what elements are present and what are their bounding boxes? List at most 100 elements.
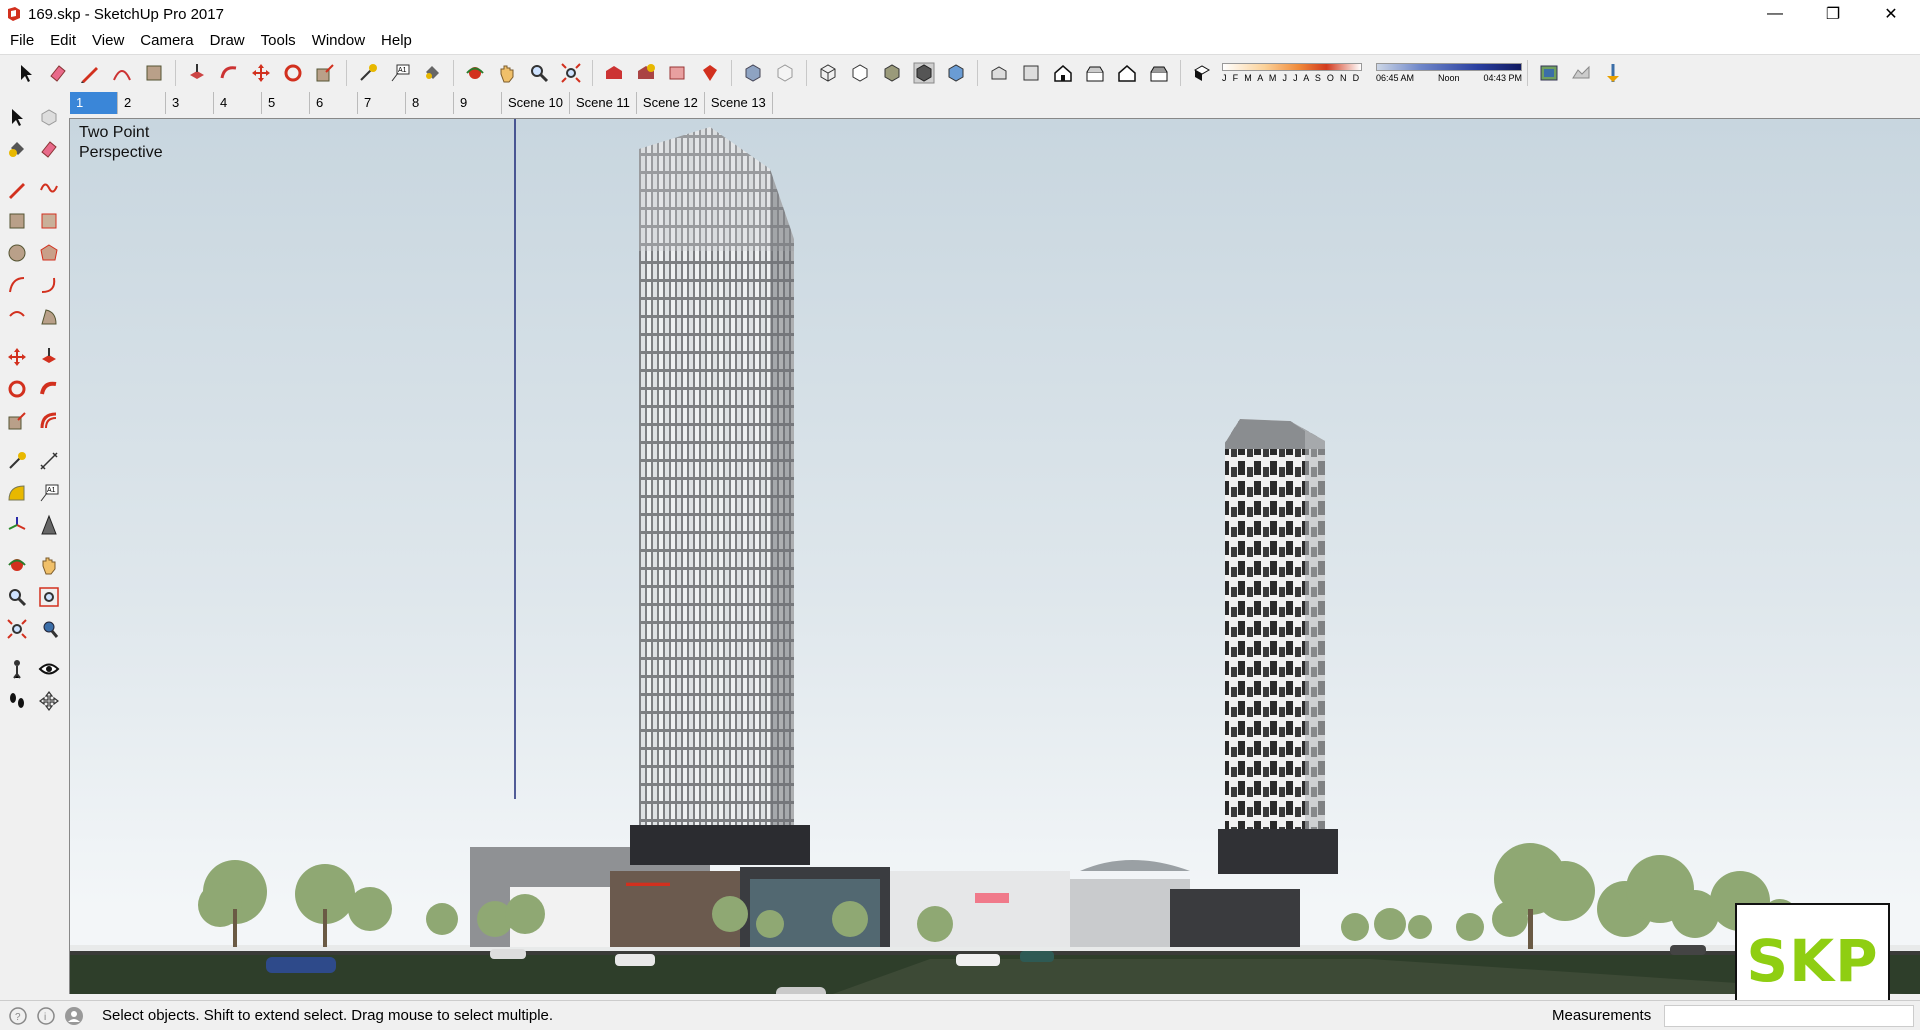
geolocation-icon[interactable]: ? <box>8 1006 28 1026</box>
scene-tab-12[interactable]: Scene 12 <box>637 92 705 114</box>
measurements-input[interactable] <box>1664 1005 1914 1027</box>
monochrome-button[interactable] <box>940 58 972 88</box>
text-tool[interactable]: A1 <box>36 480 62 506</box>
scene-tab-3[interactable]: 3 <box>166 92 214 114</box>
scene-tab-1[interactable]: 1 <box>70 92 118 114</box>
share-component-button[interactable] <box>662 58 694 88</box>
protractor-tool[interactable] <box>4 480 30 506</box>
iso-view-button[interactable] <box>983 58 1015 88</box>
axes-tool[interactable] <box>4 512 30 538</box>
arc-tool[interactable] <box>4 272 30 298</box>
shaded-textures-button[interactable] <box>908 58 940 88</box>
zoom-extents-tool[interactable] <box>4 616 30 642</box>
left-view-button[interactable] <box>1143 58 1175 88</box>
scale-tool[interactable] <box>4 408 30 434</box>
scene-tab-10[interactable]: Scene 10 <box>502 92 570 114</box>
wireframe-button[interactable] <box>812 58 844 88</box>
front-view-button[interactable] <box>1047 58 1079 88</box>
paint-bucket-button[interactable] <box>416 58 448 88</box>
tape-measure-button[interactable] <box>352 58 384 88</box>
zoom-extents-button[interactable] <box>555 58 587 88</box>
add-location-button[interactable] <box>1533 58 1565 88</box>
previous-view-tool[interactable] <box>36 616 62 642</box>
menu-view[interactable]: View <box>84 28 132 54</box>
menu-camera[interactable]: Camera <box>132 28 201 54</box>
arc-tool-button[interactable] <box>106 58 138 88</box>
menu-edit[interactable]: Edit <box>42 28 84 54</box>
share-model-button[interactable] <box>630 58 662 88</box>
offset-tool[interactable] <box>36 408 62 434</box>
minimize-button[interactable]: — <box>1746 0 1804 28</box>
move-tool[interactable] <box>4 344 30 370</box>
scene-tab-4[interactable]: 4 <box>214 92 262 114</box>
eraser-tool[interactable] <box>36 136 62 162</box>
back-edges-button[interactable] <box>769 58 801 88</box>
orbit-tool[interactable] <box>4 552 30 578</box>
look-around-tool[interactable] <box>36 656 62 682</box>
follow-me-button[interactable] <box>213 58 245 88</box>
top-view-button[interactable] <box>1015 58 1047 88</box>
back-view-button[interactable] <box>1111 58 1143 88</box>
right-view-button[interactable] <box>1079 58 1111 88</box>
freehand-tool[interactable] <box>36 176 62 202</box>
user-account-icon[interactable] <box>64 1006 84 1026</box>
restore-button[interactable]: ❐ <box>1804 0 1862 28</box>
menu-tools[interactable]: Tools <box>253 28 304 54</box>
scene-tab-8[interactable]: 8 <box>406 92 454 114</box>
time-slider-track[interactable] <box>1376 62 1522 71</box>
scene-tab-7[interactable]: 7 <box>358 92 406 114</box>
menu-help[interactable]: Help <box>373 28 420 54</box>
menu-window[interactable]: Window <box>304 28 373 54</box>
hidden-line-button[interactable] <box>844 58 876 88</box>
zoom-button[interactable] <box>523 58 555 88</box>
pan-tool[interactable] <box>36 552 62 578</box>
follow-me-tool[interactable] <box>36 376 62 402</box>
dimension-tool[interactable] <box>36 448 62 474</box>
paint-bucket-tool[interactable] <box>4 136 30 162</box>
push-pull-button[interactable] <box>181 58 213 88</box>
menu-file[interactable]: File <box>2 28 42 54</box>
scale-tool-button[interactable] <box>309 58 341 88</box>
rotated-rectangle-tool[interactable] <box>36 208 62 234</box>
scene-tab-5[interactable]: 5 <box>262 92 310 114</box>
tape-measure-tool[interactable] <box>4 448 30 474</box>
shape-tool-button[interactable] <box>138 58 170 88</box>
scene-tab-9[interactable]: 9 <box>454 92 502 114</box>
pan-button[interactable] <box>491 58 523 88</box>
three-point-arc-tool[interactable] <box>4 304 30 330</box>
rectangle-tool[interactable] <box>4 208 30 234</box>
shadow-time-slider[interactable]: 06:45 AM Noon 04:43 PM <box>1376 58 1522 88</box>
line-tool[interactable] <box>4 176 30 202</box>
model-viewport[interactable]: ▬▬▬▬ Two Point Perspective <box>69 118 1920 994</box>
zoom-window-tool[interactable] <box>36 584 62 610</box>
orbit-button[interactable] <box>459 58 491 88</box>
select-tool[interactable] <box>4 104 30 130</box>
pie-tool[interactable] <box>36 304 62 330</box>
rotate-tool[interactable] <box>4 376 30 402</box>
menu-draw[interactable]: Draw <box>202 28 253 54</box>
close-button[interactable]: ✕ <box>1862 0 1920 28</box>
xray-button[interactable] <box>737 58 769 88</box>
display-shadows-button[interactable] <box>1186 58 1218 88</box>
date-slider-track[interactable] <box>1222 62 1362 71</box>
3d-text-tool[interactable] <box>36 512 62 538</box>
shadow-date-slider[interactable]: J F M A M J J A S O N D <box>1222 58 1362 88</box>
select-tool-button[interactable] <box>10 58 42 88</box>
line-tool-button[interactable] <box>74 58 106 88</box>
eraser-tool-button[interactable] <box>42 58 74 88</box>
shaded-button[interactable] <box>876 58 908 88</box>
extension-warehouse-button[interactable] <box>694 58 726 88</box>
text-tool-button[interactable]: A1 <box>384 58 416 88</box>
toggle-terrain-button[interactable] <box>1565 58 1597 88</box>
credits-icon[interactable]: i <box>36 1006 56 1026</box>
rotate-tool-button[interactable] <box>277 58 309 88</box>
circle-tool[interactable] <box>4 240 30 266</box>
move-tool-button[interactable] <box>245 58 277 88</box>
walk-tool[interactable] <box>4 688 30 714</box>
push-pull-tool[interactable] <box>36 344 62 370</box>
photo-textures-button[interactable] <box>1597 58 1629 88</box>
position-camera-tool[interactable] <box>4 656 30 682</box>
section-plane-tool[interactable] <box>36 688 62 714</box>
scene-tab-13[interactable]: Scene 13 <box>705 92 773 114</box>
polygon-tool[interactable] <box>36 240 62 266</box>
